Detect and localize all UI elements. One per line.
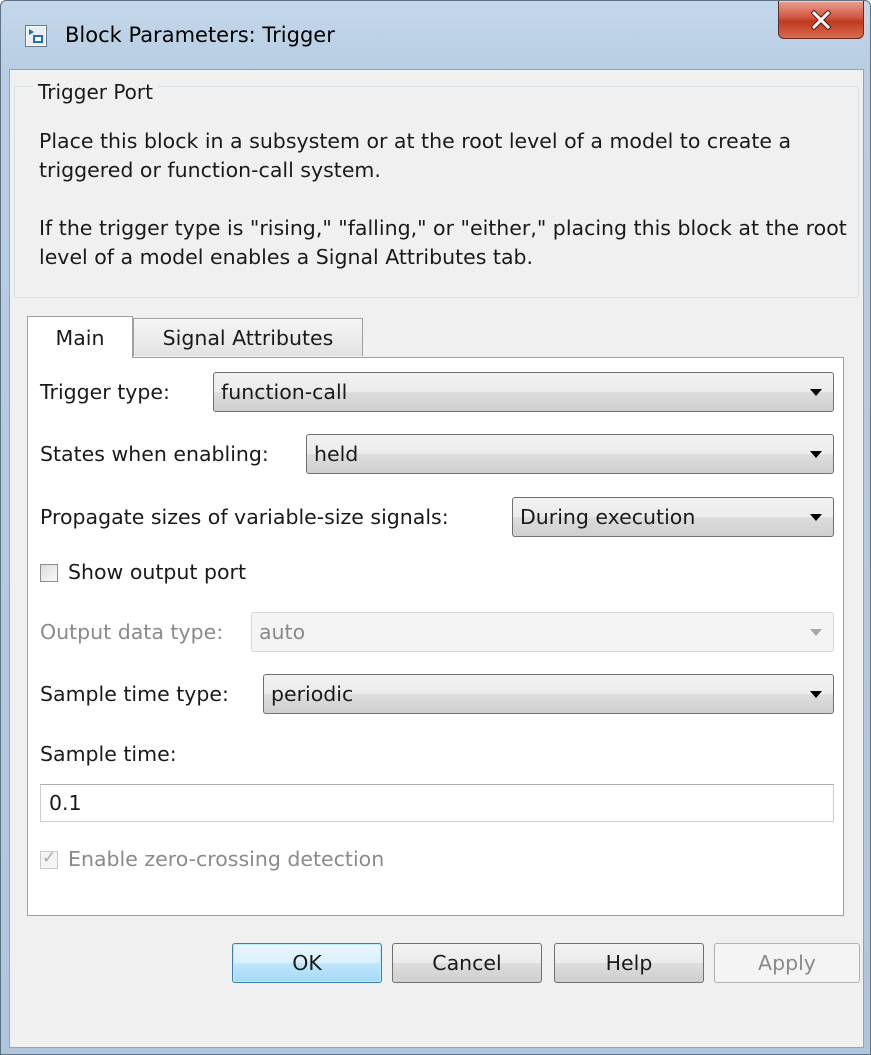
sample-time-type-label: Sample time type: — [40, 682, 229, 706]
tab-panel-main: Trigger type: function-call States when … — [27, 357, 844, 916]
sample-time-type-dropdown[interactable]: periodic — [263, 674, 834, 714]
cancel-button[interactable]: Cancel — [392, 943, 542, 983]
simulink-block-icon[interactable] — [25, 25, 47, 47]
states-when-enabling-label: States when enabling: — [40, 442, 269, 466]
zero-crossing-label: Enable zero-crossing detection — [68, 847, 385, 871]
chevron-down-icon — [810, 389, 822, 396]
checkmark-icon: ✓ — [42, 848, 57, 868]
description-group: Trigger Port Place this block in a subsy… — [14, 80, 859, 301]
window-title: Block Parameters: Trigger — [65, 23, 335, 47]
description-paragraph-2: If the trigger type is "rising," "fallin… — [39, 216, 847, 269]
trigger-type-label: Trigger type: — [40, 380, 170, 404]
propagate-sizes-value: During execution — [520, 505, 696, 529]
title-bar[interactable]: Block Parameters: Trigger — [1, 1, 870, 69]
description-paragraph-1: Place this block in a subsystem or at th… — [39, 129, 792, 182]
apply-button[interactable]: Apply — [714, 943, 860, 983]
chevron-down-icon — [810, 629, 822, 636]
output-data-type-value: auto — [259, 620, 306, 644]
trigger-type-dropdown[interactable]: function-call — [213, 372, 834, 412]
output-data-type-label: Output data type: — [40, 620, 224, 644]
chevron-down-icon — [810, 451, 822, 458]
dialog-window: Block Parameters: Trigger Trigger Port P… — [0, 0, 871, 1055]
output-data-type-dropdown[interactable]: auto — [251, 612, 834, 652]
dialog-client-area: Trigger Port Place this block in a subsy… — [9, 69, 864, 1048]
sample-time-label: Sample time: — [40, 742, 177, 766]
show-output-port-label[interactable]: Show output port — [68, 560, 246, 584]
propagate-sizes-dropdown[interactable]: During execution — [512, 497, 834, 537]
states-when-enabling-value: held — [314, 442, 359, 466]
states-when-enabling-dropdown[interactable]: held — [306, 434, 834, 474]
close-button[interactable] — [778, 1, 864, 39]
close-icon — [810, 8, 832, 31]
help-button[interactable]: Help — [554, 943, 704, 983]
trigger-type-value: function-call — [221, 380, 348, 404]
group-title: Trigger Port — [33, 80, 158, 104]
sample-time-input[interactable]: 0.1 — [40, 784, 834, 822]
propagate-sizes-label: Propagate sizes of variable-size signals… — [40, 505, 449, 529]
tab-main[interactable]: Main — [27, 316, 133, 358]
description-text: Place this block in a subsystem or at th… — [39, 127, 849, 301]
show-output-port-checkbox[interactable] — [40, 564, 58, 582]
tab-signal-attributes[interactable]: Signal Attributes — [133, 318, 363, 356]
chevron-down-icon — [810, 514, 822, 521]
zero-crossing-checkbox[interactable]: ✓ — [40, 848, 58, 869]
sample-time-type-value: periodic — [271, 682, 354, 706]
chevron-down-icon — [810, 691, 822, 698]
ok-button[interactable]: OK — [232, 943, 382, 983]
